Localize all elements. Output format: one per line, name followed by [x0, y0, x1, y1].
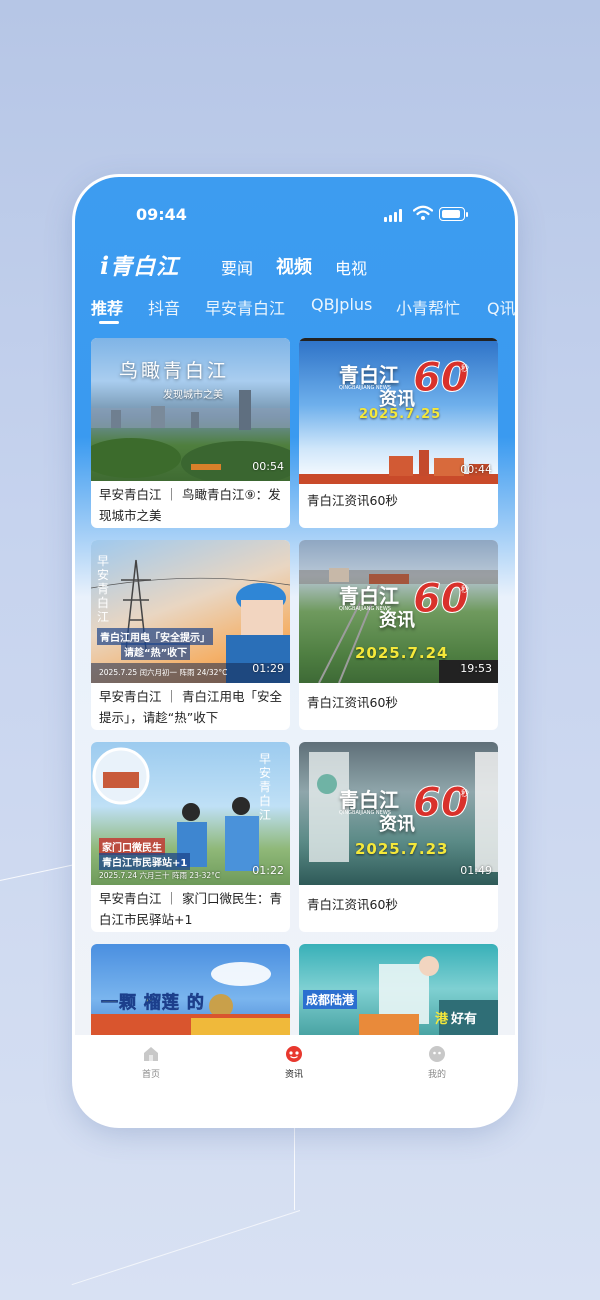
tab-douyin[interactable]: 抖音 — [148, 295, 180, 319]
decor-line-horizontal — [0, 864, 74, 881]
video-thumbnail: 早安青白江 青白江用电「安全提示」 请趁“热”收下 2025.7.25 闰六月初… — [91, 540, 290, 683]
thumbnail-overlay-title: 一颗 榴莲 的 — [101, 993, 205, 1014]
video-thumbnail: 鸟瞰青白江 发现城市之美 00:54 — [91, 338, 290, 481]
tab-qbjplus[interactable]: QBJplus — [311, 295, 372, 314]
news-sub-text: 资讯 — [379, 610, 415, 631]
news-brand-text: 青白江 — [339, 363, 399, 387]
video-card[interactable]: 一颗 榴莲 的 — [91, 944, 290, 1044]
tab-recommend[interactable]: 推荐 — [91, 295, 123, 319]
video-title: 青白江资讯60秒 — [307, 695, 398, 710]
thumbnail-overlay-highlight: 港 — [435, 1012, 449, 1027]
video-title: 青白江资讯60秒 — [307, 897, 398, 912]
cellular-signal-icon — [384, 208, 406, 222]
video-thumbnail: 早安青白江 家门口微民生 青白江市民驿站+1 2025.7.24 六月三十 阵雨… — [91, 742, 290, 885]
video-duration: 01:29 — [252, 662, 284, 675]
bottom-nav-label: 我的 — [427, 1070, 446, 1080]
nav-headlines[interactable]: 要闻 — [221, 255, 253, 279]
active-tab-indicator — [99, 321, 119, 324]
decor-line-diagonal — [71, 1210, 301, 1286]
bottom-nav-home[interactable]: 首页 — [111, 1045, 191, 1080]
news-brand-text: 青白江 — [339, 584, 399, 608]
video-title: 早安青白江 ｜ 家门口微民生：青白江市民驿站+1 — [99, 891, 282, 927]
thumbnail-caption: 2025.7.24 六月三十 阵雨 23-32°C — [99, 871, 221, 880]
thumbnail-overlay-subtitle: 请趁“热”收下 — [121, 643, 191, 660]
thumbnail-overlay-subtitle: 青白江市民驿站+1 — [99, 853, 191, 870]
video-card[interactable]: 青白江 QINGBAIJIANG NEWS 资讯 60 秒 2025.7.24 … — [299, 540, 498, 730]
thumbnail-overlay-title: 鸟瞰青白江 — [119, 360, 230, 382]
thumbnail-overlay-subtitle: 发现城市之美 — [163, 390, 223, 401]
news-sub-text: 资讯 — [379, 814, 415, 835]
thumbnail-overlay-subtitle: 好有 — [451, 1012, 478, 1027]
status-time: 09:44 — [136, 205, 187, 224]
video-card[interactable]: 成都陆港 港 好有 — [299, 944, 498, 1044]
news-date: 2025.7.24 — [355, 644, 449, 662]
nav-video[interactable]: 视频 — [276, 253, 312, 279]
bottom-nav-label: 资讯 — [284, 1070, 303, 1080]
news-date: 2025.7.25 — [359, 407, 442, 422]
video-duration: 01:22 — [252, 864, 284, 877]
video-title: 青白江资讯60秒 — [307, 493, 398, 508]
video-title: 早安青白江 ｜ 青白江用电「安全提示」，请趁“热”收下 — [99, 689, 282, 725]
video-duration: 01:49 — [460, 864, 492, 877]
home-icon — [144, 1047, 158, 1061]
video-duration: 00:54 — [252, 460, 284, 473]
news-seconds-text: 秒 — [461, 789, 469, 798]
status-bar: 09:44 — [75, 205, 515, 225]
app-logo: i青白江 — [100, 251, 180, 280]
phone-frame: 09:44 i青白江 要闻 视频 电视 推荐 抖音 早安青白江 QBJplus … — [75, 177, 515, 1125]
thumbnail-brand-badge: 早安青白江 — [259, 752, 272, 822]
news-60-mark: 60 — [413, 780, 470, 827]
news-60-mark: 60 — [413, 355, 470, 402]
video-thumbnail: 成都陆港 港 好有 — [299, 944, 498, 1044]
video-duration: 00:44 — [460, 463, 492, 476]
profile-icon — [429, 1046, 445, 1062]
tab-q-news[interactable]: Q讯 — [487, 295, 515, 319]
video-card[interactable]: 青白江 QINGBAIJIANG NEWS 资讯 60 秒 2025.7.23 … — [299, 742, 498, 932]
video-thumbnail: 青白江 QINGBAIJIANG NEWS 资讯 60 秒 2025.7.24 … — [299, 540, 498, 683]
news-brand-en: QINGBAIJIANG NEWS — [339, 385, 391, 391]
video-card[interactable]: 早安青白江 青白江用电「安全提示」 请趁“热”收下 2025.7.25 闰六月初… — [91, 540, 290, 730]
battery-icon — [439, 207, 468, 221]
bottom-navigation: 首页 资讯 我的 — [75, 1035, 515, 1125]
decor-line-vertical — [294, 1125, 295, 1210]
video-card[interactable]: 早安青白江 家门口微民生 青白江市民驿站+1 2025.7.24 六月三十 阵雨… — [91, 742, 290, 932]
news-brand-text: 青白江 — [339, 788, 399, 812]
news-seconds-text: 秒 — [461, 364, 469, 373]
thumbnail-caption: 2025.7.25 闰六月初一 阵雨 24/32°C — [99, 668, 228, 677]
bottom-nav-profile[interactable]: 我的 — [397, 1045, 477, 1080]
wifi-icon — [413, 205, 433, 220]
video-card[interactable]: 青白江 QINGBAIJIANG NEWS 资讯 60 秒 2025.7.25 … — [299, 338, 498, 528]
video-thumbnail: 青白江 QINGBAIJIANG NEWS 资讯 60 秒 2025.7.25 … — [299, 338, 498, 484]
news-icon — [286, 1046, 302, 1062]
video-thumbnail: 青白江 QINGBAIJIANG NEWS 资讯 60 秒 2025.7.23 … — [299, 742, 498, 885]
thumbnail-overlay-title: 成都陆港 — [303, 990, 358, 1009]
category-tabs: 推荐 抖音 早安青白江 QBJplus 小青帮忙 Q讯 — [75, 295, 515, 329]
video-card[interactable]: 鸟瞰青白江 发现城市之美 00:54 早安青白江 ｜ 鸟瞰青白江⑨：发现城市之美 — [91, 338, 290, 528]
news-brand-en: QINGBAIJIANG NEWS — [339, 810, 391, 816]
news-60-mark: 60 — [413, 576, 470, 623]
bottom-nav-news[interactable]: 资讯 — [254, 1045, 334, 1080]
video-title: 早安青白江 ｜ 鸟瞰青白江⑨：发现城市之美 — [99, 487, 281, 523]
news-brand-en: QINGBAIJIANG NEWS — [339, 606, 391, 612]
video-duration: 19:53 — [460, 662, 492, 675]
top-navigation: i青白江 要闻 视频 电视 — [75, 249, 515, 283]
nav-tv[interactable]: 电视 — [335, 255, 367, 279]
video-thumbnail: 一颗 榴莲 的 — [91, 944, 290, 1044]
tab-morning-qbj[interactable]: 早安青白江 — [205, 295, 285, 319]
news-date: 2025.7.23 — [355, 840, 449, 858]
thumbnail-brand-badge: 早安青白江 — [97, 554, 110, 624]
tab-xiaoqing-help[interactable]: 小青帮忙 — [396, 295, 460, 319]
news-seconds-text: 秒 — [461, 585, 469, 594]
bottom-nav-label: 首页 — [141, 1070, 160, 1080]
